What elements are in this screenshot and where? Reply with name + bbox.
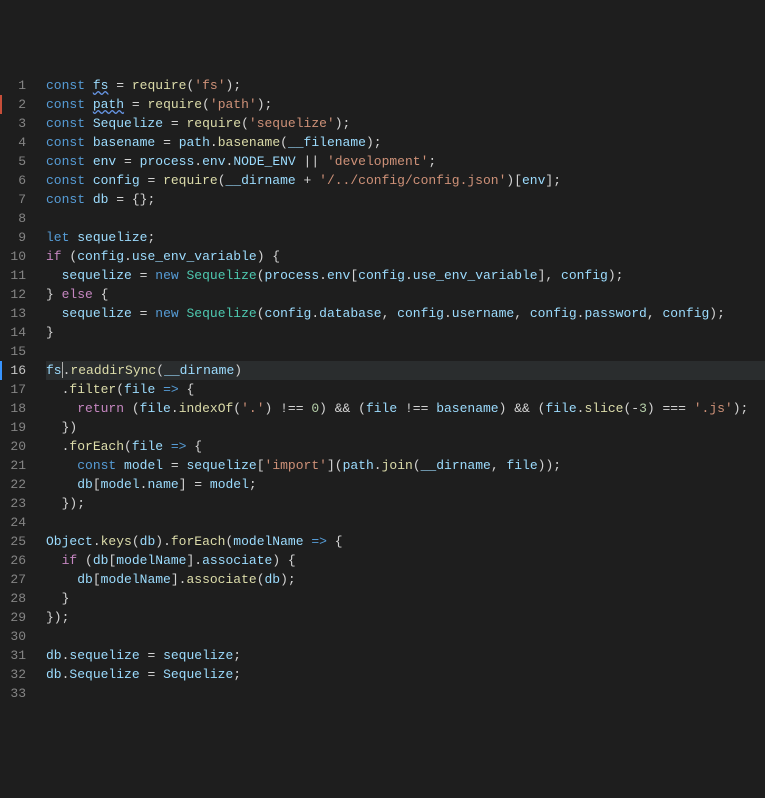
code-line[interactable]: const env = process.env.NODE_ENV || 'dev…: [46, 152, 765, 171]
code-line[interactable]: if (config.use_env_variable) {: [46, 247, 765, 266]
code-line[interactable]: }: [46, 589, 765, 608]
code-line[interactable]: } else {: [46, 285, 765, 304]
code-line[interactable]: }: [46, 323, 765, 342]
code-line[interactable]: const model = sequelize['import'](path.j…: [46, 456, 765, 475]
line-number: 2: [0, 95, 26, 114]
line-number: 23: [0, 494, 26, 513]
code-line[interactable]: Object.keys(db).forEach(modelName => {: [46, 532, 765, 551]
line-number: 31: [0, 646, 26, 665]
line-number: 20: [0, 437, 26, 456]
code-line[interactable]: db[modelName].associate(db);: [46, 570, 765, 589]
line-number: 18: [0, 399, 26, 418]
code-line[interactable]: .filter(file => {: [46, 380, 765, 399]
code-line[interactable]: [46, 684, 765, 703]
code-line[interactable]: db.Sequelize = Sequelize;: [46, 665, 765, 684]
code-line[interactable]: [46, 627, 765, 646]
line-number: 5: [0, 152, 26, 171]
code-editor[interactable]: 1234567891011121314151617181920212223242…: [0, 76, 765, 703]
code-line[interactable]: sequelize = new Sequelize(config.databas…: [46, 304, 765, 323]
line-number: 33: [0, 684, 26, 703]
code-line[interactable]: [46, 513, 765, 532]
code-line[interactable]: if (db[modelName].associate) {: [46, 551, 765, 570]
code-content[interactable]: const fs = require('fs');const path = re…: [36, 76, 765, 703]
line-number: 29: [0, 608, 26, 627]
line-number: 19: [0, 418, 26, 437]
text-cursor: [62, 362, 63, 378]
line-number: 21: [0, 456, 26, 475]
line-number: 15: [0, 342, 26, 361]
code-line[interactable]: const basename = path.basename(__filenam…: [46, 133, 765, 152]
line-number: 25: [0, 532, 26, 551]
line-number: 28: [0, 589, 26, 608]
code-line[interactable]: const fs = require('fs');: [46, 76, 765, 95]
line-number: 12: [0, 285, 26, 304]
code-line[interactable]: });: [46, 608, 765, 627]
line-number: 27: [0, 570, 26, 589]
line-number-gutter: 1234567891011121314151617181920212223242…: [0, 76, 36, 703]
code-line[interactable]: const Sequelize = require('sequelize');: [46, 114, 765, 133]
line-number: 22: [0, 475, 26, 494]
code-line[interactable]: }): [46, 418, 765, 437]
line-number: 30: [0, 627, 26, 646]
code-line[interactable]: db[model.name] = model;: [46, 475, 765, 494]
code-line[interactable]: .forEach(file => {: [46, 437, 765, 456]
code-line[interactable]: let sequelize;: [46, 228, 765, 247]
code-line[interactable]: [46, 342, 765, 361]
line-number: 8: [0, 209, 26, 228]
line-number: 10: [0, 247, 26, 266]
line-number: 13: [0, 304, 26, 323]
line-number: 6: [0, 171, 26, 190]
code-line[interactable]: [46, 209, 765, 228]
line-number: 17: [0, 380, 26, 399]
code-line[interactable]: const config = require(__dirname + '/../…: [46, 171, 765, 190]
line-number: 32: [0, 665, 26, 684]
code-line-active[interactable]: fs.readdirSync(__dirname): [46, 361, 765, 380]
line-number: 7: [0, 190, 26, 209]
line-number: 11: [0, 266, 26, 285]
code-line[interactable]: const path = require('path');: [46, 95, 765, 114]
line-number: 4: [0, 133, 26, 152]
line-number: 14: [0, 323, 26, 342]
code-line[interactable]: return (file.indexOf('.') !== 0) && (fil…: [46, 399, 765, 418]
line-number: 24: [0, 513, 26, 532]
code-line[interactable]: sequelize = new Sequelize(process.env[co…: [46, 266, 765, 285]
code-line[interactable]: const db = {};: [46, 190, 765, 209]
line-number: 9: [0, 228, 26, 247]
code-line[interactable]: db.sequelize = sequelize;: [46, 646, 765, 665]
code-line[interactable]: });: [46, 494, 765, 513]
line-number: 16: [0, 361, 26, 380]
line-number: 1: [0, 76, 26, 95]
line-number: 26: [0, 551, 26, 570]
line-number: 3: [0, 114, 26, 133]
